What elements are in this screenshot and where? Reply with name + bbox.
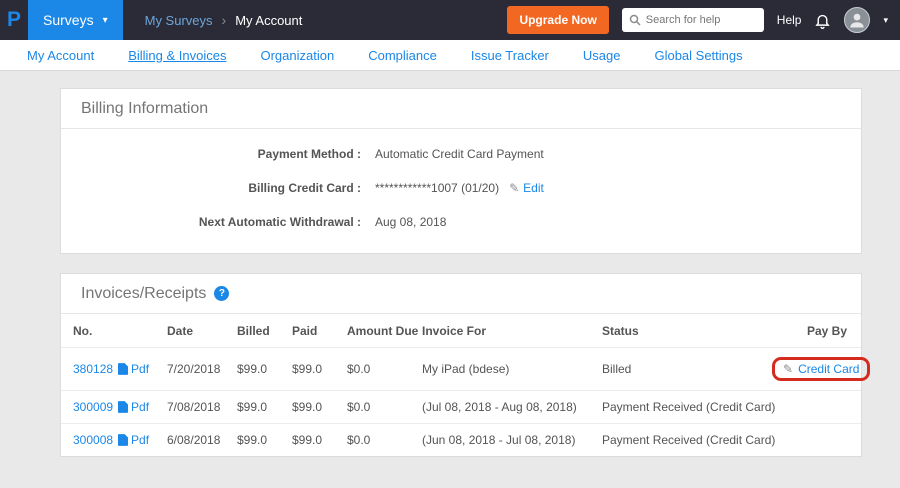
tab-organization[interactable]: Organization <box>243 48 351 63</box>
col-billed: Billed <box>229 314 284 348</box>
chevron-right-icon: › <box>222 12 227 28</box>
billing-credit-card-row: Billing Credit Card : ************1007 (… <box>61 171 861 205</box>
billing-information-card: Billing Information Payment Method : Aut… <box>60 88 862 254</box>
surveys-dropdown-label: Surveys <box>43 12 94 28</box>
tab-global-settings[interactable]: Global Settings <box>637 48 759 63</box>
invoice-amount-due: $0.0 <box>339 391 414 424</box>
edit-link-label[interactable]: Edit <box>523 181 544 195</box>
invoice-for: (Jul 08, 2018 - Aug 08, 2018) <box>414 391 594 424</box>
table-row: 300009 Pdf 7/08/2018 $99.0 $99.0 $0.0 (J… <box>61 391 861 424</box>
invoices-header-row: No. Date Billed Paid Amount Due Invoice … <box>61 314 861 348</box>
invoice-date: 7/20/2018 <box>159 348 229 391</box>
col-invoice-for: Invoice For <box>414 314 594 348</box>
surveys-dropdown[interactable]: Surveys ▾ <box>28 0 123 40</box>
tab-issue-tracker[interactable]: Issue Tracker <box>454 48 566 63</box>
edit-icon: ✎ <box>509 181 519 195</box>
col-status: Status <box>594 314 764 348</box>
invoice-pay-by <box>764 424 861 457</box>
payment-method-value: Automatic Credit Card Payment <box>375 147 544 161</box>
tab-compliance[interactable]: Compliance <box>351 48 454 63</box>
invoice-amount-due: $0.0 <box>339 348 414 391</box>
pdf-file-icon <box>118 363 128 375</box>
credit-card-highlight-annotation: ✎ Credit Card <box>772 357 870 381</box>
payment-method-row: Payment Method : Automatic Credit Card P… <box>61 137 861 171</box>
help-search-box[interactable] <box>622 8 764 32</box>
pdf-link[interactable]: Pdf <box>118 362 149 376</box>
invoice-date: 7/08/2018 <box>159 391 229 424</box>
col-amount-due: Amount Due <box>339 314 414 348</box>
search-input[interactable] <box>646 14 757 26</box>
next-withdrawal-label: Next Automatic Withdrawal : <box>61 215 361 229</box>
col-date: Date <box>159 314 229 348</box>
payment-method-label: Payment Method : <box>61 147 361 161</box>
invoice-status: Billed <box>594 348 764 391</box>
invoice-paid: $99.0 <box>284 424 339 457</box>
invoice-billed: $99.0 <box>229 391 284 424</box>
invoices-receipts-header: Invoices/Receipts ? <box>61 274 861 314</box>
help-link[interactable]: Help <box>777 13 802 27</box>
col-no: No. <box>61 314 159 348</box>
edit-credit-card-link[interactable]: ✎ Edit <box>509 181 544 195</box>
billing-information-body: Payment Method : Automatic Credit Card P… <box>61 129 861 253</box>
breadcrumb-current: My Account <box>235 13 302 28</box>
invoice-for: (Jun 08, 2018 - Jul 08, 2018) <box>414 424 594 457</box>
tab-usage[interactable]: Usage <box>566 48 638 63</box>
billing-information-title: Billing Information <box>81 100 208 118</box>
help-icon[interactable]: ? <box>214 286 229 301</box>
notifications-bell-icon[interactable] <box>814 12 831 29</box>
avatar[interactable] <box>844 7 870 33</box>
tab-billing-invoices[interactable]: Billing & Invoices <box>111 48 243 63</box>
tab-my-account[interactable]: My Account <box>10 48 111 63</box>
next-withdrawal-value: Aug 08, 2018 <box>375 215 446 229</box>
invoice-billed: $99.0 <box>229 348 284 391</box>
invoice-status: Payment Received (Credit Card) <box>594 424 764 457</box>
invoice-paid: $99.0 <box>284 391 339 424</box>
invoice-status: Payment Received (Credit Card) <box>594 391 764 424</box>
questionpro-logo[interactable]: P <box>0 8 28 32</box>
topbar: P Surveys ▾ My Surveys › My Account Upgr… <box>0 0 900 40</box>
breadcrumb-my-surveys[interactable]: My Surveys <box>145 13 213 28</box>
chevron-down-icon: ▾ <box>103 15 108 26</box>
breadcrumb: My Surveys › My Account <box>145 12 303 28</box>
invoice-amount-due: $0.0 <box>339 424 414 457</box>
pdf-file-icon <box>118 434 128 446</box>
invoice-number-link[interactable]: 300008 <box>73 433 113 447</box>
person-icon <box>847 10 867 30</box>
invoice-date: 6/08/2018 <box>159 424 229 457</box>
invoice-billed: $99.0 <box>229 424 284 457</box>
avatar-chevron-icon[interactable]: ▾ <box>883 15 888 26</box>
pdf-link[interactable]: Pdf <box>118 433 149 447</box>
pdf-file-icon <box>118 401 128 413</box>
next-withdrawal-row: Next Automatic Withdrawal : Aug 08, 2018 <box>61 205 861 239</box>
invoices-receipts-card: Invoices/Receipts ? No. Date Billed Paid… <box>60 273 862 457</box>
account-nav: My Account Billing & Invoices Organizati… <box>0 40 900 71</box>
col-pay-by: Pay By <box>764 314 861 348</box>
topbar-right: Upgrade Now Help ▾ <box>507 6 900 34</box>
table-row: 380128 Pdf 7/20/2018 $99.0 $99.0 $0.0 My… <box>61 348 861 391</box>
invoice-number-link[interactable]: 300009 <box>73 400 113 414</box>
billing-credit-card-value: ************1007 (01/20) <box>375 181 499 195</box>
search-icon <box>629 14 641 26</box>
upgrade-now-button[interactable]: Upgrade Now <box>507 6 608 34</box>
invoices-receipts-title: Invoices/Receipts <box>81 285 206 303</box>
col-paid: Paid <box>284 314 339 348</box>
table-row: 300008 Pdf 6/08/2018 $99.0 $99.0 $0.0 (J… <box>61 424 861 457</box>
invoice-pay-by <box>764 391 861 424</box>
invoice-for: My iPad (bdese) <box>414 348 594 391</box>
invoice-number-link[interactable]: 380128 <box>73 362 113 376</box>
pdf-link[interactable]: Pdf <box>118 400 149 414</box>
invoice-paid: $99.0 <box>284 348 339 391</box>
invoices-table: No. Date Billed Paid Amount Due Invoice … <box>61 314 861 456</box>
billing-information-header: Billing Information <box>61 89 861 129</box>
main-content: Billing Information Payment Method : Aut… <box>0 71 900 457</box>
edit-icon: ✎ <box>783 362 793 376</box>
pay-by-credit-card-link[interactable]: Credit Card <box>798 362 859 376</box>
billing-credit-card-label: Billing Credit Card : <box>61 181 361 195</box>
